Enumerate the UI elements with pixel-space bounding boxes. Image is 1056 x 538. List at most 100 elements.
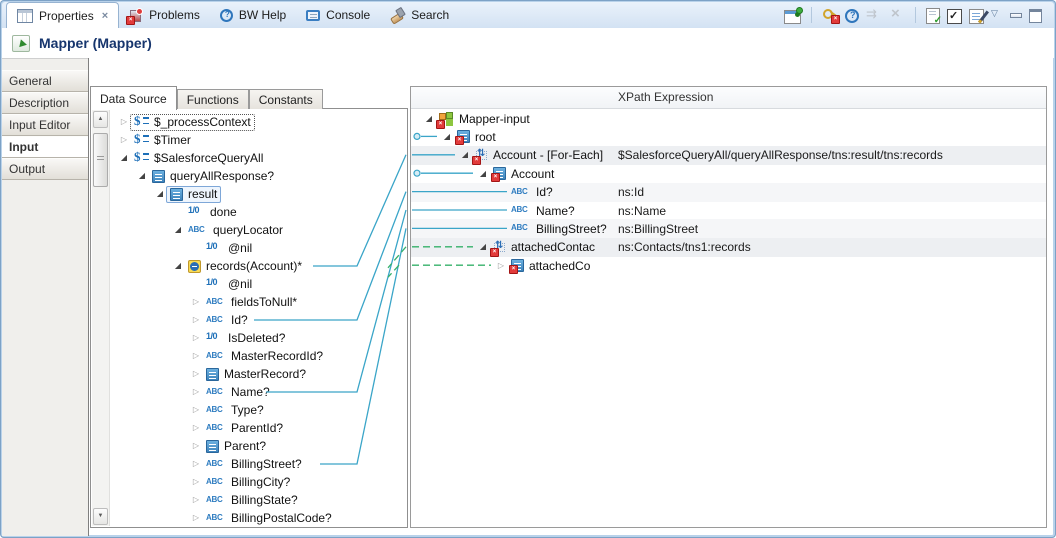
tree-row-processcontext[interactable]: ▷$_processContext bbox=[109, 113, 407, 131]
mapper-row-attachedco[interactable]: ▷×attachedCo bbox=[411, 256, 1046, 275]
collapse-arrow-icon[interactable]: ◢ bbox=[441, 128, 453, 146]
mapper-node-caption: ×Account - [For-Each] bbox=[471, 147, 607, 164]
collapse-arrow-icon[interactable]: ◢ bbox=[423, 110, 435, 128]
expand-arrow-icon[interactable]: ▷ bbox=[190, 455, 202, 473]
tree-row-nil[interactable]: @nil bbox=[109, 275, 407, 293]
tree-row-billingpostalcode[interactable]: ▷BillingPostalCode? bbox=[109, 509, 407, 527]
expand-arrow-icon[interactable]: ▷ bbox=[190, 491, 202, 509]
expand-arrow-icon[interactable]: ▷ bbox=[190, 509, 202, 527]
mapper-row-root[interactable]: ◢×root bbox=[411, 127, 1046, 146]
mapper-row-account[interactable]: ◢×Account bbox=[411, 164, 1046, 183]
expand-arrow-icon[interactable]: ▷ bbox=[190, 419, 202, 437]
tree-row-parentid[interactable]: ▷ParentId? bbox=[109, 419, 407, 437]
tree-node-caption: $_processContext bbox=[130, 114, 255, 131]
tree-row-id[interactable]: ▷Id? bbox=[109, 311, 407, 329]
tree-node-label: $Timer bbox=[154, 133, 191, 147]
xpath-expression-value: $SalesforceQueryAll/queryAllResponse/tns… bbox=[618, 148, 943, 162]
tree-row-result[interactable]: ◢result bbox=[109, 185, 407, 203]
sidebar-item-input[interactable]: Input bbox=[2, 136, 88, 158]
pin-editor-icon[interactable] bbox=[784, 10, 801, 24]
tree-row-masterrecord[interactable]: ▷MasterRecord? bbox=[109, 365, 407, 383]
expand-arrow-icon[interactable]: ▷ bbox=[118, 113, 130, 131]
expand-arrow-icon[interactable]: ▷ bbox=[190, 347, 202, 365]
expand-arrow-icon[interactable]: ▷ bbox=[190, 473, 202, 491]
view-tabbar: Properties××ProblemsBW HelpConsoleSearch… bbox=[2, 2, 1054, 29]
tree-row-billingcity[interactable]: ▷BillingCity? bbox=[109, 473, 407, 491]
edit-notes-icon[interactable] bbox=[969, 9, 984, 24]
mapper-row-account-for-each[interactable]: ◢×Account - [For-Each] $SalesforceQueryAl… bbox=[411, 146, 1046, 165]
sidebar-item-output[interactable]: Output bbox=[2, 158, 88, 180]
tree-row-masterrecordid[interactable]: ▷ MasterRecordId? bbox=[109, 347, 407, 365]
tab-bw-help[interactable]: BW Help bbox=[210, 2, 296, 28]
tree-node-label: MasterRecordId? bbox=[231, 349, 323, 363]
expand-arrow-icon[interactable]: ▷ bbox=[190, 437, 202, 455]
minimize-icon[interactable] bbox=[1010, 7, 1021, 23]
scroll-down-button[interactable]: ▼ bbox=[93, 508, 108, 525]
mapper-row-name[interactable]: Name?ns:Name bbox=[411, 201, 1046, 220]
tree-row-name[interactable]: ▷Name? bbox=[109, 383, 407, 401]
tree-row-isdeleted[interactable]: ▷IsDeleted? bbox=[109, 329, 407, 347]
collapse-arrow-icon[interactable]: ◢ bbox=[172, 257, 184, 275]
scroll-up-button[interactable]: ▲ bbox=[93, 111, 108, 128]
expand-arrow-icon[interactable]: ▷ bbox=[495, 257, 507, 275]
tree-row-salesforcequeryall[interactable]: ◢$SalesforceQueryAll bbox=[109, 149, 407, 167]
tree-row-billingstate[interactable]: ▷BillingState? bbox=[109, 491, 407, 509]
tree-row-fieldstonull[interactable]: ▷fieldsToNull* bbox=[109, 293, 407, 311]
boolean-icon bbox=[188, 206, 205, 218]
maximize-icon[interactable] bbox=[1028, 7, 1044, 23]
check-document-icon[interactable] bbox=[926, 8, 940, 24]
tree-row-timer[interactable]: ▷ $Timer bbox=[109, 131, 407, 149]
collapse-arrow-icon[interactable]: ◢ bbox=[118, 149, 130, 167]
mapper-node-caption: Name? bbox=[507, 202, 579, 219]
string-icon bbox=[206, 387, 226, 398]
tab-properties[interactable]: Properties× bbox=[6, 2, 119, 28]
tab-constants[interactable]: Constants bbox=[249, 89, 323, 109]
sidebar-item-input-editor[interactable]: Input Editor bbox=[2, 114, 88, 136]
tree-row-records-account[interactable]: ◢records(Account)* bbox=[109, 257, 407, 275]
sidebar-divider bbox=[88, 58, 89, 536]
expand-arrow-icon[interactable]: ▷ bbox=[190, 401, 202, 419]
tree-node-caption: BillingStreet? bbox=[202, 456, 306, 473]
mapper-row-id[interactable]: Id?ns:Id bbox=[411, 183, 1046, 202]
tab-problems[interactable]: ×Problems bbox=[119, 2, 210, 28]
tree-row-billingstreet[interactable]: ▷BillingStreet? bbox=[109, 455, 407, 473]
expand-arrow-icon[interactable]: ▷ bbox=[190, 311, 202, 329]
key-error-icon[interactable]: × bbox=[822, 7, 838, 23]
tree-row-type[interactable]: ▷Type? bbox=[109, 401, 407, 419]
expand-arrow-icon[interactable]: ▷ bbox=[190, 293, 202, 311]
collapse-arrow-icon[interactable]: ◢ bbox=[459, 146, 471, 164]
collapse-arrow-icon[interactable]: ◢ bbox=[136, 167, 148, 185]
view-menu-icon[interactable] bbox=[991, 7, 1003, 23]
sidebar-item-general[interactable]: General bbox=[2, 70, 88, 92]
tree-row-nil[interactable]: @nil bbox=[109, 239, 407, 257]
sidebar-item-description[interactable]: Description bbox=[2, 92, 88, 114]
collapse-arrow-icon[interactable]: ◢ bbox=[154, 185, 166, 203]
expand-arrow-icon[interactable]: ▷ bbox=[190, 383, 202, 401]
tree-node-label: queryAllResponse? bbox=[170, 169, 274, 183]
tab-functions[interactable]: Functions bbox=[177, 89, 249, 109]
mapper-row-mapper-input[interactable]: ◢×Mapper-input bbox=[411, 109, 1046, 128]
collapse-arrow-icon[interactable]: ◢ bbox=[172, 221, 184, 239]
tree-row-queryallresponse[interactable]: ◢ queryAllResponse? bbox=[109, 167, 407, 185]
tree-row-querylocator[interactable]: ◢queryLocator bbox=[109, 221, 407, 239]
close-tab-icon[interactable]: × bbox=[102, 10, 108, 22]
mapper-row-billingstreet[interactable]: BillingStreet?ns:BillingStreet bbox=[411, 219, 1046, 238]
mapper-row-attachedcontac[interactable]: ◢×attachedContacns:Contacts/tns1:records bbox=[411, 238, 1046, 257]
help-icon[interactable] bbox=[845, 9, 859, 23]
validate-checkbox-icon[interactable] bbox=[947, 9, 962, 24]
tree-row-done[interactable]: done bbox=[109, 203, 407, 221]
vertical-scrollbar[interactable]: ▲ ▼ bbox=[92, 110, 110, 526]
tab-console[interactable]: Console bbox=[296, 2, 380, 28]
expand-arrow-icon[interactable]: ▷ bbox=[118, 131, 130, 149]
collapse-arrow-icon[interactable]: ◢ bbox=[477, 165, 489, 183]
tab-search[interactable]: Search bbox=[380, 2, 459, 28]
collapse-arrow-icon[interactable]: ◢ bbox=[477, 238, 489, 256]
mapper-input-tree: ◢×Mapper-input◢×root◢×Account - [For-Eac… bbox=[411, 109, 1046, 527]
scrollbar-thumb[interactable] bbox=[93, 133, 108, 187]
for-each-icon: × bbox=[493, 241, 506, 254]
expand-arrow-icon[interactable]: ▷ bbox=[190, 329, 202, 347]
mapper-node-label: attachedContac bbox=[511, 240, 595, 254]
tab-data-source[interactable]: Data Source bbox=[90, 86, 177, 110]
expand-arrow-icon[interactable]: ▷ bbox=[190, 365, 202, 383]
tree-row-parent[interactable]: ▷Parent? bbox=[109, 437, 407, 455]
